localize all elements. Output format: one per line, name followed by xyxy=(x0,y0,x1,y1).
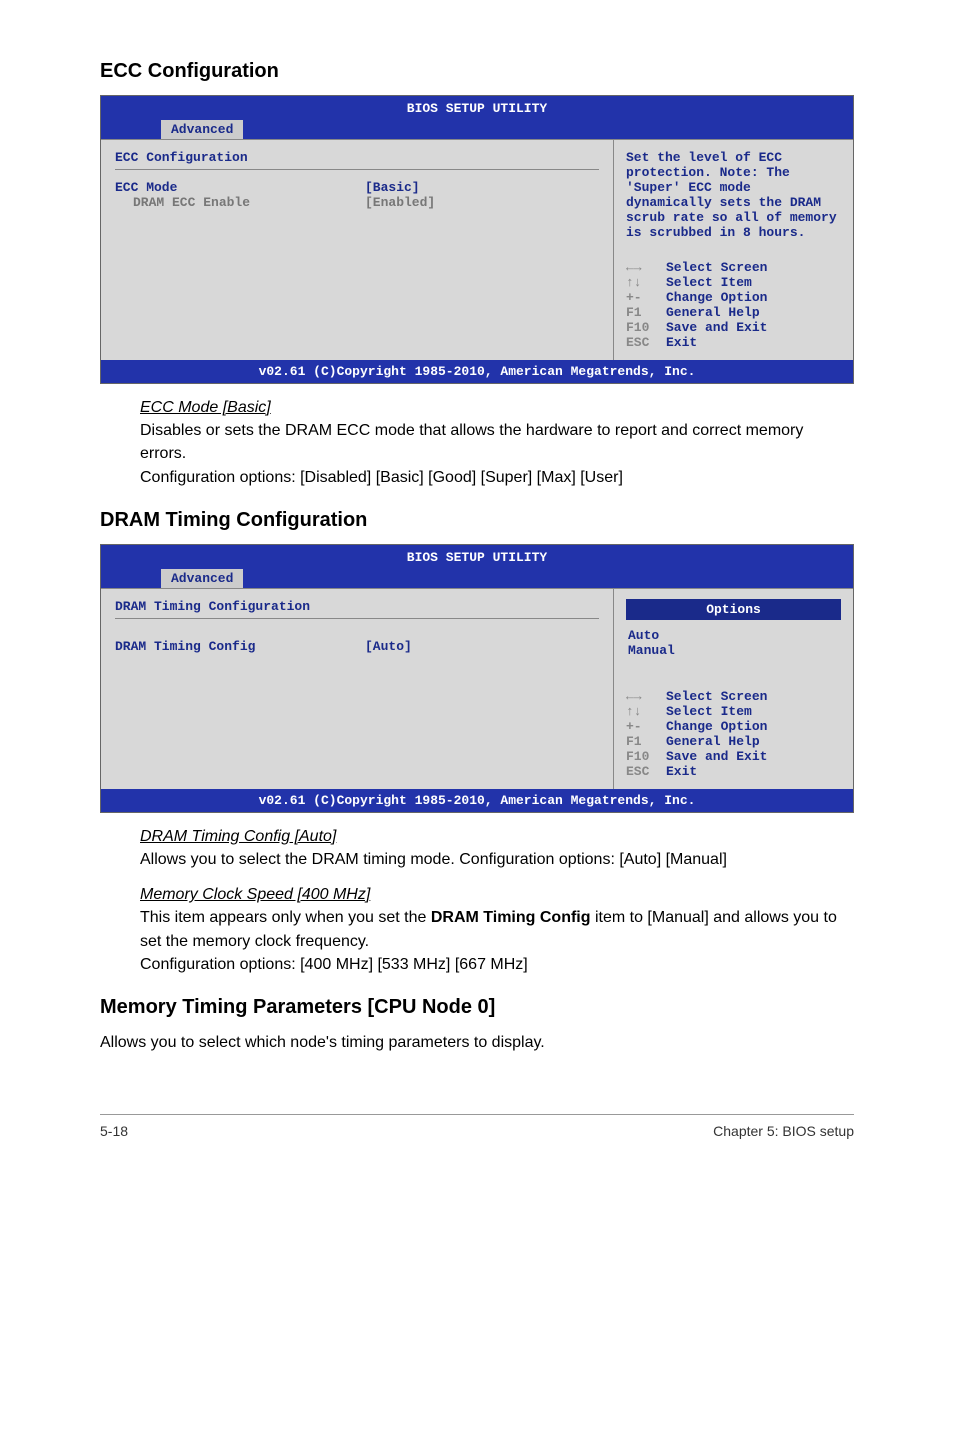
bios-panel-dram: BIOS SETUP UTILITY Advanced DRAM Timing … xyxy=(100,544,854,813)
bios-item-dram-ecc-enable[interactable]: DRAM ECC Enable [Enabled] xyxy=(115,195,599,210)
key-plusminus-icon: +- xyxy=(626,719,666,734)
key-plusminus-icon: +- xyxy=(626,290,666,305)
key-f10: F10 xyxy=(626,749,666,764)
key-label: Select Screen xyxy=(666,260,767,275)
dram-timing-config-description: DRAM Timing Config [Auto] Allows you to … xyxy=(140,825,854,871)
key-label: Select Item xyxy=(666,275,752,290)
bios-tab-row: Advanced xyxy=(101,569,853,589)
key-label: Select Screen xyxy=(666,689,767,704)
bios-panel-ecc: BIOS SETUP UTILITY Advanced ECC Configur… xyxy=(100,95,854,384)
key-label: Save and Exit xyxy=(666,749,767,764)
bios-footer: v02.61 (C)Copyright 1985-2010, American … xyxy=(101,789,853,812)
option-manual: Manual xyxy=(628,643,841,658)
desc-title: DRAM Timing Config [Auto] xyxy=(140,825,854,848)
bios-key-help: ←→Select Screen ↑↓Select Item +-Change O… xyxy=(626,689,841,779)
desc-title: ECC Mode [Basic] xyxy=(140,396,854,419)
page-footer: 5-18 Chapter 5: BIOS setup xyxy=(100,1114,854,1139)
key-esc: ESC xyxy=(626,335,666,350)
key-f10: F10 xyxy=(626,320,666,335)
bios-title: BIOS SETUP UTILITY xyxy=(101,96,853,116)
bios-item-value: [Basic] xyxy=(365,180,420,195)
bios-item-label: DRAM Timing Config xyxy=(115,639,365,654)
tab-advanced[interactable]: Advanced xyxy=(161,120,243,139)
bios-right-pane: Options Auto Manual ←→Select Screen ↑↓Se… xyxy=(613,589,853,789)
bios-help-text: Set the level of ECC protection. Note: T… xyxy=(626,150,841,240)
bios-tab-row: Advanced xyxy=(101,120,853,140)
bios-title: BIOS SETUP UTILITY xyxy=(101,545,853,565)
key-f1: F1 xyxy=(626,734,666,749)
bios-section-heading: ECC Configuration xyxy=(115,150,599,170)
bios-item-ecc-mode[interactable]: ECC Mode [Basic] xyxy=(115,180,599,195)
bios-left-pane: ECC Configuration ECC Mode [Basic] DRAM … xyxy=(101,140,613,360)
tab-advanced[interactable]: Advanced xyxy=(161,569,243,588)
section-heading-ecc: ECC Configuration xyxy=(100,60,854,83)
key-arrows-ud-icon: ↑↓ xyxy=(626,704,666,719)
bios-item-value: [Enabled] xyxy=(365,195,435,210)
key-label: Select Item xyxy=(666,704,752,719)
desc-body: This item appears only when you set the … xyxy=(140,906,854,952)
desc-options: Configuration options: [Disabled] [Basic… xyxy=(140,466,854,489)
key-esc: ESC xyxy=(626,764,666,779)
section-heading-dram: DRAM Timing Configuration xyxy=(100,509,854,532)
bios-item-dram-timing-config[interactable]: DRAM Timing Config [Auto] xyxy=(115,639,599,654)
bios-left-pane: DRAM Timing Configuration DRAM Timing Co… xyxy=(101,589,613,789)
bios-header: BIOS SETUP UTILITY Advanced xyxy=(101,545,853,589)
desc-bold: DRAM Timing Config xyxy=(431,909,591,926)
options-header: Options xyxy=(626,599,841,620)
desc-title: Memory Clock Speed [400 MHz] xyxy=(140,883,854,906)
bios-item-value: [Auto] xyxy=(365,639,412,654)
desc-options: Configuration options: [400 MHz] [533 MH… xyxy=(140,953,854,976)
bios-key-help: ←→Select Screen ↑↓Select Item +-Change O… xyxy=(626,260,841,350)
chapter-label: Chapter 5: BIOS setup xyxy=(713,1123,854,1139)
desc-body: Disables or sets the DRAM ECC mode that … xyxy=(140,419,854,465)
bios-item-label: ECC Mode xyxy=(115,180,365,195)
option-auto: Auto xyxy=(628,628,841,643)
bios-section-heading: DRAM Timing Configuration xyxy=(115,599,599,619)
key-arrows-ud-icon: ↑↓ xyxy=(626,275,666,290)
memory-clock-speed-description: Memory Clock Speed [400 MHz] This item a… xyxy=(140,883,854,976)
key-arrows-lr-icon: ←→ xyxy=(626,260,666,275)
key-arrows-lr-icon: ←→ xyxy=(626,689,666,704)
memtiming-description: Allows you to select which node's timing… xyxy=(100,1031,854,1054)
key-label: Change Option xyxy=(666,719,767,734)
bios-right-pane: Set the level of ECC protection. Note: T… xyxy=(613,140,853,360)
key-label: General Help xyxy=(666,305,760,320)
bios-header: BIOS SETUP UTILITY Advanced xyxy=(101,96,853,140)
desc-text: This item appears only when you set the xyxy=(140,909,431,926)
desc-body: Allows you to select the DRAM timing mod… xyxy=(140,848,854,871)
key-label: Exit xyxy=(666,335,697,350)
bios-item-label: DRAM ECC Enable xyxy=(115,195,365,210)
key-f1: F1 xyxy=(626,305,666,320)
key-label: Change Option xyxy=(666,290,767,305)
options-list: Auto Manual xyxy=(626,628,841,658)
ecc-mode-description: ECC Mode [Basic] Disables or sets the DR… xyxy=(140,396,854,489)
key-label: Exit xyxy=(666,764,697,779)
key-label: Save and Exit xyxy=(666,320,767,335)
key-label: General Help xyxy=(666,734,760,749)
page-number: 5-18 xyxy=(100,1123,128,1139)
bios-footer: v02.61 (C)Copyright 1985-2010, American … xyxy=(101,360,853,383)
section-heading-memtiming: Memory Timing Parameters [CPU Node 0] xyxy=(100,996,854,1019)
